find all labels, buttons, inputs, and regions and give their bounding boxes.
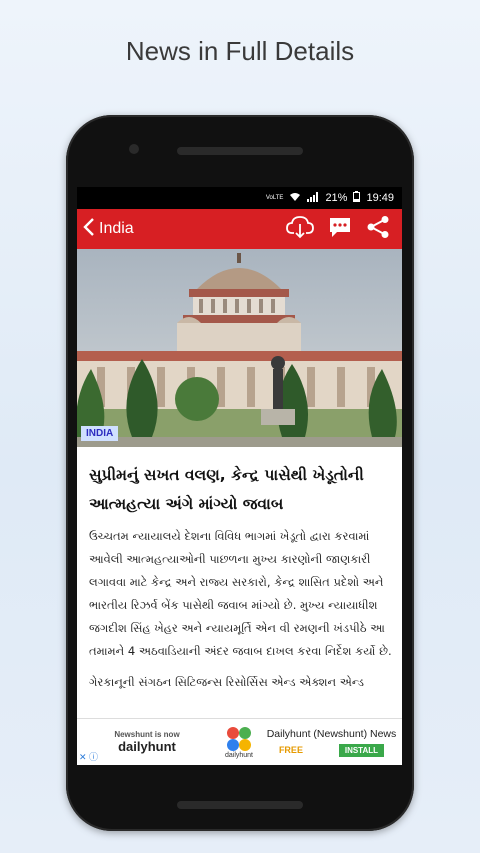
camera — [129, 144, 139, 154]
app-bar: India — [77, 209, 402, 249]
clock: 19:49 — [366, 192, 394, 204]
ad-icon-caption: dailyhunt — [224, 751, 254, 759]
signal-icon — [307, 191, 319, 205]
download-icon[interactable] — [286, 215, 314, 244]
back-label: India — [99, 220, 134, 237]
back-button[interactable]: India — [77, 217, 134, 241]
ad-close-icon[interactable]: ✕ ⓘ — [79, 750, 98, 763]
share-icon[interactable] — [366, 215, 390, 244]
ad-brand-name: dailyhunt — [118, 739, 176, 754]
bottom-speaker — [177, 801, 303, 809]
status-bar: VoLTE 21% 19:49 — [77, 187, 402, 209]
article-title: સુપ્રીમનું સખત વલણ, કેન્દ્ર પાસેથી ખેડૂત… — [89, 466, 364, 513]
earpiece-speaker — [177, 147, 303, 155]
comment-icon[interactable] — [328, 216, 352, 243]
article-body: ઉચ્ચતમ ન્યાયાલયે દેશના વિવિધ ભાગમાં ખેડૂ… — [89, 525, 392, 694]
promo-headline: News in Full Details — [125, 36, 355, 66]
chevron-left-icon — [83, 217, 95, 241]
article-image[interactable]: INDIA — [77, 249, 402, 447]
ad-app-icon[interactable]: dailyhunt — [217, 726, 261, 759]
ad-app-name: Dailyhunt (Newshunt) News — [266, 727, 397, 740]
battery-icon — [353, 191, 361, 205]
install-button[interactable]: INSTALL — [338, 743, 385, 757]
volte-indicator: VoLTE — [265, 195, 284, 201]
wifi-icon — [289, 192, 301, 205]
battery-percent: 21% — [325, 192, 348, 204]
ad-banner[interactable]: Newshunt is now dailyhunt dailyhunt Dail… — [77, 718, 402, 765]
ad-price: FREE — [278, 745, 303, 755]
ad-brand-tagline: Newshunt is now — [114, 730, 180, 739]
article-paragraph: ગેરકાનૂની સંગઠન સિટિજન્સ રિસોર્સિસ એન્ડ … — [89, 675, 364, 689]
ad-details: Dailyhunt (Newshunt) News FREE INSTALL — [261, 728, 402, 757]
category-badge[interactable]: INDIA — [81, 426, 119, 441]
phone-screen: VoLTE 21% 19:49 India INDIA સુપ્રીમનું સ… — [77, 187, 402, 765]
dailyhunt-logo-icon — [227, 726, 251, 751]
article-paragraph: ઉચ્ચતમ ન્યાયાલયે દેશના વિવિધ ભાગમાં ખેડૂ… — [89, 529, 392, 658]
